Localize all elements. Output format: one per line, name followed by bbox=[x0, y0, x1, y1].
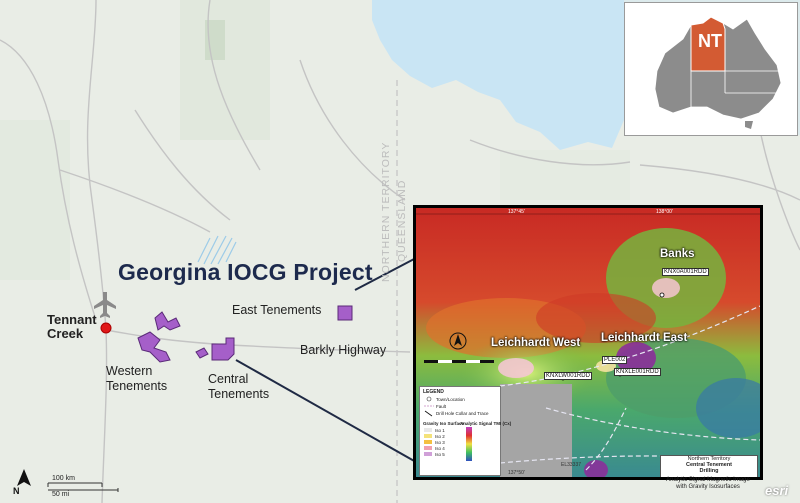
panel-legend: LEGEND Town/Location Fault Drill Hole Co… bbox=[419, 386, 511, 476]
northern-territory-label: NORTHERN TERRITORY bbox=[380, 141, 392, 282]
panel-caption-2: with Gravity Isosurfaces bbox=[676, 484, 740, 490]
legend-iso-4: Iso 4 bbox=[435, 446, 445, 451]
drill-hole-banks: KNX0A001RDD bbox=[662, 268, 709, 276]
tennant-creek-dot bbox=[100, 322, 112, 334]
scale-mi-label: 50 mi bbox=[52, 491, 70, 498]
panel-caption-1: Analytic Signal Magnetic Image bbox=[666, 477, 750, 483]
coord-top-1: 137°45' bbox=[508, 209, 525, 215]
project-title: Georgina IOCG Project bbox=[118, 259, 373, 285]
nt-inset-label: NT bbox=[698, 31, 722, 51]
drill-hole-ple002: PLE002 bbox=[602, 356, 628, 364]
legend-iso-3: Iso 3 bbox=[435, 440, 445, 445]
coord-bottom-1: 137°50' bbox=[508, 470, 525, 476]
title-line-3: Drilling bbox=[699, 468, 719, 474]
banks-label: Banks bbox=[660, 248, 695, 260]
legend-iso-2: Iso 2 bbox=[435, 434, 445, 439]
east-tenement-polygon bbox=[337, 305, 353, 321]
drill-hole-lw: KNXLW001RDD bbox=[544, 372, 592, 380]
tennant-creek-label: Tennant Creek bbox=[47, 312, 97, 341]
australia-inset-map: NT bbox=[624, 2, 798, 136]
central-tenements-label: Central Tenements bbox=[208, 372, 270, 401]
legend-iso-5: Iso 5 bbox=[435, 452, 445, 457]
western-tenements-label: Western Tenements bbox=[106, 364, 168, 393]
drill-hole-le: KNXLE001RDD bbox=[614, 368, 661, 376]
magnetic-image-panel: Banks Leichhardt West Leichhardt East KN… bbox=[413, 205, 763, 480]
legend-gravity-title: Gravity Iso Surface bbox=[423, 421, 465, 426]
legend-iso-1: Iso 1 bbox=[435, 428, 445, 433]
esri-attribution: esri bbox=[765, 483, 789, 498]
coord-top-2: 138°00' bbox=[656, 209, 673, 215]
legend-signal-title: Analytic Signal TMI (Cx) bbox=[460, 421, 512, 426]
queensland-label: QUEENSLAND bbox=[396, 179, 408, 262]
east-tenements-label: East Tenements bbox=[232, 303, 322, 317]
leichhardt-west-label: Leichhardt West bbox=[491, 337, 581, 349]
leichhardt-east-label: Leichhardt East bbox=[601, 332, 688, 344]
el-label: EL33337 bbox=[561, 462, 582, 468]
panel-title-box: Northern Territory Central Tenement Dril… bbox=[660, 455, 758, 477]
scale-km-label: 100 km bbox=[52, 475, 75, 482]
barkly-highway-label: Barkly Highway bbox=[300, 343, 387, 357]
north-label: N bbox=[13, 486, 20, 496]
